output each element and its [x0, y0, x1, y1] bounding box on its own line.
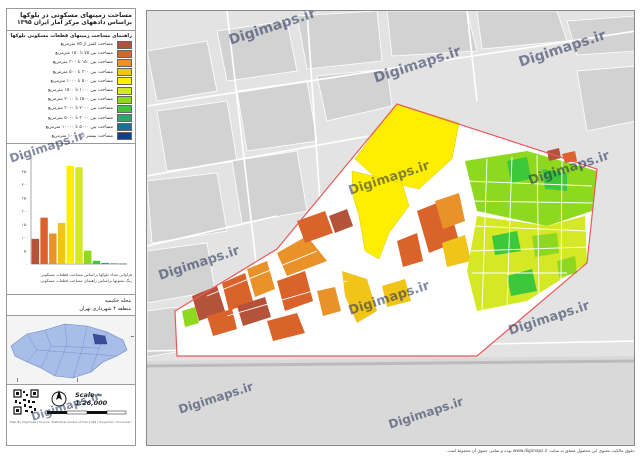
legend-item: مساحت بین ۱۵۰ تا ۳۰۰ مترمربع: [10, 58, 132, 67]
legend-swatch: [117, 77, 132, 86]
legend-swatch: [117, 86, 132, 95]
scale-label: Scale = 1:26,000: [75, 391, 108, 408]
map-credit: Map By Digimaps | Source: Statistical Ce…: [10, 420, 132, 425]
legend-item: مساحت کمتر از ۷۵ مترمربع: [10, 40, 132, 49]
histogram: ۴۰۰ ۳۵۰ ۳۰۰ ۲۵۰ ۲۰۰ ۱۵۰ ۱۰۰ ۵۰ ۰ فراوانی تعداد ب…: [7, 144, 135, 296]
map-sheet: مساحت زمینهای مسکونی در بلوکها براساس دا…: [0, 0, 643, 461]
legend-label: مساحت بین ۵۰۰۰ تا ۱۰۰۰۰ مترمربع: [45, 124, 113, 130]
histogram-bar: [92, 260, 101, 265]
main-map-svg: [147, 11, 634, 445]
legend-swatch: [117, 40, 132, 49]
histogram-bar: [57, 222, 66, 265]
histogram-chart: ۴۰۰ ۳۵۰ ۳۰۰ ۲۵۰ ۲۰۰ ۱۵۰ ۱۰۰ ۵۰ ۰: [22, 156, 127, 267]
legend-label: مساحت بین ۳۰۰۰ تا ۵۰۰۰ مترمربع: [48, 115, 113, 121]
main-map: Digimaps.ir Digimaps.ir Digimaps.ir Digi…: [146, 10, 635, 446]
legend-item: مساحت بین ۷۵ تا ۱۵۰ مترمربع: [10, 49, 132, 58]
legend-label: مساحت بین ۳۰۰ تا ۵۰۰ مترمربع: [52, 69, 113, 75]
legend-heading: راهنمای مساحت زمینهای قطعات مسکونی بلوکه…: [10, 33, 132, 39]
north-arrow-icon: [51, 390, 67, 407]
map-sidebar: مساحت زمینهای مسکونی در بلوکها براساس دا…: [6, 8, 136, 446]
legend-list: مساحت کمتر از ۷۵ مترمربع مساحت بین ۷۵ تا …: [10, 40, 132, 141]
histogram-bar: [84, 250, 92, 265]
y-tick-label: ۵۰: [24, 248, 28, 253]
legend-swatch: [117, 104, 132, 113]
legend: راهنمای مساحت زمینهای قطعات مسکونی بلوکه…: [7, 31, 135, 145]
histogram-bar: [101, 263, 109, 265]
legend-item: مساحت بین ۵۰۰ تا ۱۰۰۰ مترمربع: [10, 77, 132, 86]
legend-swatch: [117, 123, 132, 132]
neighborhood-name: محله حکیمیه: [104, 298, 131, 305]
legend-item: مساحت بین ۲۰۰۰ تا ۳۰۰۰ مترمربع: [10, 104, 132, 113]
y-tick-label: ۴۰۰: [22, 156, 28, 161]
district-name: منطقه ۴ شهرداری تهران: [79, 306, 131, 313]
legend-item: مساحت بین ۱۰۰۰ تا ۱۵۰۰ مترمربع: [10, 86, 132, 95]
histogram-bar: [75, 167, 83, 265]
locator-map: [7, 316, 135, 386]
legend-label: مساحت بین ۱۰۰۰ تا ۱۵۰۰ مترمربع: [48, 88, 113, 94]
scale-bar: [47, 410, 127, 415]
copyright-footer: حقوق مالکیت معنوی این محصول متعلق به سای…: [446, 448, 635, 453]
legend-swatch: [117, 58, 132, 67]
legend-label: مساحت بیشتر از ۱۰۰۰۰ مترمربع: [51, 133, 113, 139]
histogram-bar: [49, 233, 57, 265]
locator-header: محله حکیمیه منطقه ۴ شهرداری تهران: [7, 295, 135, 317]
legend-item: مساحت بیشتر از ۱۰۰۰۰ مترمربع: [10, 132, 132, 141]
legend-item: مساحت بین ۳۰۰۰ تا ۵۰۰۰ مترمربع: [10, 114, 132, 123]
legend-label: مساحت بین ۷۵ تا ۱۵۰ مترمربع: [55, 51, 113, 57]
histogram-caption: فراوانی تعداد بلوکها براساس مساحت قطعات …: [10, 272, 132, 284]
legend-swatch: [117, 95, 132, 104]
y-tick-label: ۱۵۰: [22, 222, 28, 227]
y-tick-label: ۳۵۰: [22, 169, 28, 174]
legend-item: مساحت بین ۳۰۰ تا ۵۰۰ مترمربع: [10, 68, 132, 77]
legend-label: مساحت بین ۵۰۰ تا ۱۰۰۰ مترمربع: [50, 78, 113, 84]
legend-swatch: [117, 132, 132, 141]
title-line-1: مساحت زمینهای مسکونی در بلوکها: [20, 11, 132, 19]
y-tick-label: ۰: [26, 262, 28, 267]
map-footer-block: Scale = 1:26,000 Map By Digimaps | Sourc…: [7, 385, 135, 429]
histogram-caption-line-2: رنگ ستونها براساس راهنمای مساحت قطعات مس…: [40, 278, 132, 284]
title-line-2: براساس دادههای مرکز آمار ایران ۱۳۹۵: [16, 19, 132, 26]
legend-swatch: [117, 114, 132, 123]
y-tick-label: ۲۵۰: [22, 195, 28, 200]
legend-label: مساحت بین ۲۰۰۰ تا ۳۰۰۰ مترمربع: [48, 106, 113, 112]
histogram-bar: [110, 263, 118, 265]
legend-swatch: [117, 49, 132, 58]
legend-swatch: [117, 68, 132, 77]
legend-item: مساحت بین ۵۰۰۰ تا ۱۰۰۰۰ مترمربع: [10, 123, 132, 132]
legend-label: مساحت کمتر از ۷۵ مترمربع: [60, 42, 113, 48]
y-tick-label: ۱۰۰: [22, 235, 28, 240]
lower-zone: [147, 356, 634, 445]
y-tick-label: ۲۰۰: [22, 209, 28, 214]
histogram-bar: [40, 217, 48, 265]
histogram-bar: [66, 166, 74, 265]
histogram-bar: [31, 238, 40, 265]
y-tick-label: ۳۰۰: [22, 182, 28, 187]
map-title: مساحت زمینهای مسکونی در بلوکها براساس دا…: [7, 9, 135, 31]
locator-map-svg: [7, 316, 135, 385]
qr-code-icon: [13, 389, 39, 416]
legend-label: مساحت بین ۱۵۰۰ تا ۲۰۰۰ مترمربع: [48, 97, 113, 103]
legend-label: مساحت بین ۱۵۰ تا ۳۰۰ مترمربع: [52, 60, 113, 66]
legend-item: مساحت بین ۱۵۰۰ تا ۲۰۰۰ مترمربع: [10, 95, 132, 104]
